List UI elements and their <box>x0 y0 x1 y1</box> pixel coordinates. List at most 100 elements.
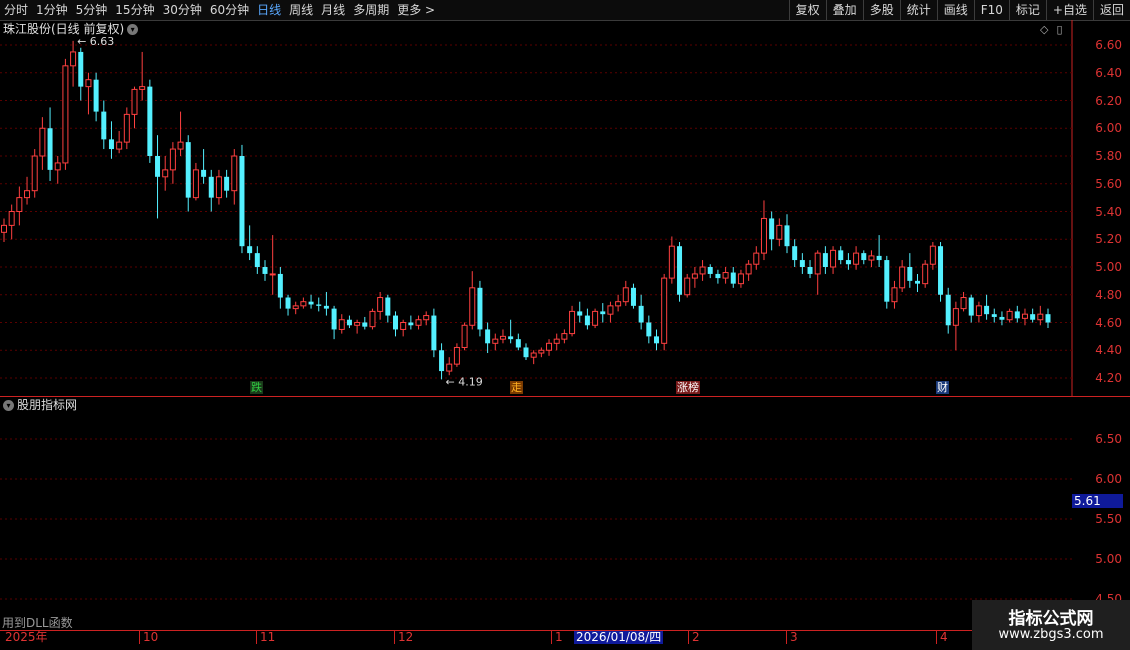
candle <box>108 121 114 159</box>
candle-body <box>814 252 821 275</box>
period-tab[interactable]: 多周期 <box>349 0 393 20</box>
candle <box>553 333 560 351</box>
max-price-label: ← 6.63 <box>77 35 114 48</box>
toolbar-button[interactable]: 返回 <box>1092 0 1130 20</box>
candle <box>70 40 77 87</box>
candle <box>31 149 38 198</box>
candle-body <box>8 211 15 226</box>
candle <box>699 260 706 281</box>
candle-body <box>262 267 268 274</box>
candle <box>123 107 130 150</box>
toolbar-button[interactable]: 复权 <box>788 0 826 20</box>
event-tag[interactable]: 涨榜 <box>676 381 700 394</box>
candle <box>177 111 184 156</box>
toolbar-button[interactable]: 标记 <box>1008 0 1046 20</box>
candle-body <box>899 266 906 289</box>
candle <box>354 319 361 334</box>
candle <box>722 267 729 284</box>
candle-body <box>784 225 790 247</box>
candle-body <box>499 335 506 340</box>
candle-body <box>192 169 199 199</box>
period-tab[interactable]: 30分钟 <box>159 0 206 20</box>
period-tab[interactable]: 日线 <box>253 0 285 20</box>
price-tick-label: 6.00 <box>1095 121 1122 136</box>
candle-body <box>338 319 345 330</box>
toolbar-button[interactable]: 叠加 <box>825 0 863 20</box>
candle-body <box>737 273 744 285</box>
period-tab[interactable]: 更多 > <box>393 0 439 20</box>
candle <box>208 169 214 212</box>
candle <box>745 260 752 281</box>
candle-body <box>884 260 890 302</box>
period-tab[interactable]: 60分钟 <box>206 0 253 20</box>
candle <box>891 280 898 309</box>
candle-body <box>569 310 576 335</box>
event-tag[interactable]: 财 <box>936 381 949 394</box>
candle <box>316 297 322 312</box>
candle <box>807 260 813 279</box>
candle <box>1045 308 1051 329</box>
candle-body <box>461 324 468 348</box>
candle-body <box>147 86 153 156</box>
toolbar-button[interactable]: F10 <box>973 0 1009 20</box>
candle <box>78 47 84 101</box>
candle <box>400 319 407 337</box>
candle-body <box>1006 310 1013 321</box>
candle <box>968 294 974 323</box>
price-tick-label: 4.80 <box>1095 287 1122 302</box>
candle-body <box>177 141 184 150</box>
period-tab[interactable]: 周线 <box>285 0 317 20</box>
candle <box>239 144 245 254</box>
candle-body <box>254 253 260 267</box>
candle <box>492 333 499 351</box>
date-tick-label: 1 <box>551 631 563 644</box>
candle <box>277 267 283 309</box>
indicator-panel[interactable] <box>0 397 1072 630</box>
candle <box>185 135 191 212</box>
candle-body <box>1030 314 1036 320</box>
candle <box>730 267 736 288</box>
period-tab[interactable]: 1分钟 <box>32 0 72 20</box>
toolbar-button[interactable]: +自选 <box>1045 0 1093 20</box>
watermark: 指标公式网 www.zbgs3.com <box>972 600 1130 650</box>
candle <box>922 260 929 288</box>
candle <box>861 250 867 265</box>
candle <box>162 156 169 191</box>
period-tab[interactable]: 分时 <box>0 0 32 20</box>
candle-body <box>362 322 368 327</box>
candle-body <box>838 250 844 261</box>
period-tab[interactable]: 月线 <box>317 0 349 20</box>
period-tab[interactable]: 15分钟 <box>111 0 158 20</box>
candle <box>362 316 368 330</box>
toolbar-button[interactable]: 画线 <box>936 0 974 20</box>
toolbar-button[interactable]: 多股 <box>862 0 900 20</box>
candle-body <box>952 308 959 326</box>
candle-body <box>584 315 590 326</box>
candle <box>776 218 783 247</box>
candle-body <box>760 217 767 254</box>
candle-body <box>277 273 283 298</box>
indicator-tick-label: 6.50 <box>1095 432 1122 446</box>
candle-body <box>861 253 867 261</box>
candle-body <box>546 342 553 351</box>
candle-body <box>600 311 606 315</box>
date-tick-label: 2025年 <box>5 630 48 644</box>
period-tab[interactable]: 5分钟 <box>72 0 112 20</box>
candle <box>515 333 521 351</box>
candle <box>308 294 314 309</box>
candle-body <box>215 176 222 199</box>
watermark-url: www.zbgs3.com <box>998 627 1104 642</box>
candle-body <box>615 301 622 307</box>
candle <box>300 297 307 309</box>
candle <box>323 291 329 316</box>
candle <box>907 253 913 288</box>
candle-body <box>477 287 483 330</box>
candle-body <box>139 86 146 90</box>
candlestick-chart[interactable]: ← 6.63 ← 4.19 <box>0 20 1130 397</box>
event-tag[interactable]: 走 <box>510 381 523 394</box>
toolbar-button[interactable]: 统计 <box>899 0 937 20</box>
indicator-tick-label: 5.00 <box>1095 552 1122 566</box>
period-tabs: 分时 1分钟 5分钟 15分钟 30分钟 60分钟 日线 周线 月线 多周期 更多 > <box>0 0 439 20</box>
event-tag[interactable]: 跌 <box>250 381 263 394</box>
date-tick-label: 4 <box>936 631 948 644</box>
